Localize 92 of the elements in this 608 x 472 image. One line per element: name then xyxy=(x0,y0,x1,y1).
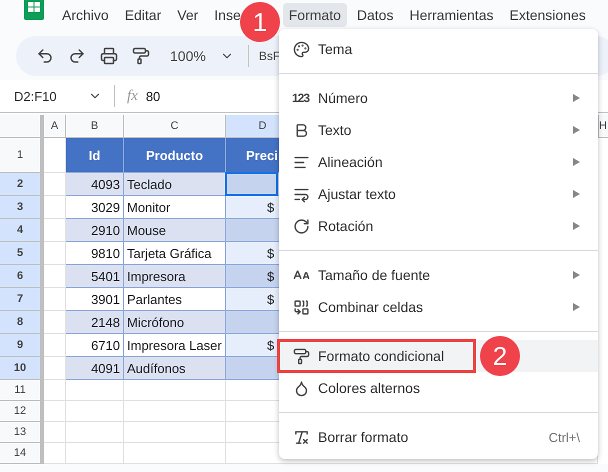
header-cell: Producto xyxy=(124,138,226,173)
submenu-arrow-icon xyxy=(573,303,580,311)
function-label: fx xyxy=(127,88,138,104)
submenu-arrow-icon xyxy=(573,158,580,166)
table-cell: Tarjeta Gráfica xyxy=(124,242,226,265)
clear-format-icon xyxy=(292,428,310,446)
table-cell xyxy=(66,443,124,464)
table-cell: Micrófono xyxy=(124,311,226,334)
table-cell xyxy=(44,219,66,242)
table-cell: 2148 xyxy=(66,311,124,334)
table-cell xyxy=(44,334,66,357)
table-cell xyxy=(44,357,66,380)
row-header[interactable]: 6 xyxy=(0,265,44,288)
table-cell: 4091 xyxy=(66,357,124,380)
table-cell: 9810 xyxy=(66,242,124,265)
table-cell: 4093 xyxy=(66,173,124,196)
menu-item[interactable]: Datos xyxy=(350,3,400,27)
menu-item[interactable]: Ver xyxy=(171,3,204,27)
table-cell: Teclado xyxy=(124,173,226,196)
table-cell: Impresora Laser xyxy=(124,334,226,357)
merge-icon xyxy=(292,298,310,316)
row-header[interactable]: 11 xyxy=(0,380,44,401)
submenu-arrow-icon xyxy=(573,94,580,102)
column-header[interactable]: H xyxy=(599,115,608,138)
paint-roller-icon xyxy=(292,347,310,365)
row-header[interactable]: 9 xyxy=(0,334,44,357)
row-header[interactable]: 2 xyxy=(0,173,44,196)
table-cell: 6710 xyxy=(66,334,124,357)
table-cell xyxy=(66,422,124,443)
table-cell xyxy=(44,422,66,443)
table-cell xyxy=(66,380,124,401)
table-cell: 5401 xyxy=(66,265,124,288)
table-cell xyxy=(44,242,66,265)
table-cell xyxy=(44,138,66,173)
sheets-logo[interactable] xyxy=(22,0,46,20)
menu-item[interactable]: Extensiones xyxy=(503,3,592,27)
step-badge: 2 xyxy=(480,336,520,376)
step-badge: 1 xyxy=(240,2,280,42)
row-header[interactable]: 12 xyxy=(0,401,44,422)
zoom-select[interactable]: 100% xyxy=(170,48,206,64)
submenu-arrow-icon xyxy=(573,190,580,198)
menu-item[interactable]: Editar xyxy=(118,3,168,27)
number-glyph: 123 xyxy=(292,91,310,105)
submenu-arrow-icon xyxy=(573,222,580,230)
table-cell xyxy=(66,401,124,422)
row-header[interactable]: 8 xyxy=(0,311,44,334)
menu-item[interactable]: Archivo xyxy=(56,3,115,27)
row-header[interactable]: 4 xyxy=(0,219,44,242)
table-cell xyxy=(44,173,66,196)
menu-option[interactable]: 123 Número xyxy=(279,82,598,114)
column-header[interactable]: C xyxy=(124,115,226,138)
paint-format-icon[interactable] xyxy=(130,45,152,67)
row-header[interactable]: 5 xyxy=(0,242,44,265)
row-header[interactable]: 3 xyxy=(0,196,44,219)
table-cell: Monitor xyxy=(124,196,226,219)
table-cell xyxy=(44,311,66,334)
table-cell xyxy=(44,265,66,288)
font-select[interactable]: BsF xyxy=(258,49,280,63)
rotate-icon xyxy=(292,217,310,235)
menu-item[interactable]: Herramientas xyxy=(403,3,500,27)
table-cell: 3029 xyxy=(66,196,124,219)
table-cell: 3901 xyxy=(66,288,124,311)
submenu-arrow-icon xyxy=(573,126,580,134)
row-header[interactable]: 7 xyxy=(0,288,44,311)
row-header[interactable]: 14 xyxy=(0,443,44,464)
column-header[interactable]: A xyxy=(44,115,66,138)
palette-icon xyxy=(292,40,310,58)
table-cell xyxy=(44,288,66,311)
table-cell xyxy=(44,401,66,422)
column-header[interactable]: B xyxy=(66,115,124,138)
table-cell: Audífonos xyxy=(124,357,226,380)
row-header[interactable]: 10 xyxy=(0,357,44,380)
menu-option[interactable]: Borrar formato Ctrl+\ xyxy=(279,421,598,453)
table-cell: Impresora xyxy=(124,265,226,288)
table-cell xyxy=(44,380,66,401)
header-cell: Id xyxy=(66,138,124,173)
table-cell: Mouse xyxy=(124,219,226,242)
print-icon[interactable] xyxy=(98,45,120,67)
table-cell: Parlantes xyxy=(124,288,226,311)
menu-item[interactable]: Formato xyxy=(282,3,347,27)
menu-option[interactable]: Tema xyxy=(279,33,598,65)
shortcut-text: Ctrl+\ xyxy=(548,430,580,444)
name-box[interactable]: D2:F10 xyxy=(0,88,84,104)
formula-field[interactable]: 80 xyxy=(146,88,160,104)
menu-item[interactable]: Inse xyxy=(208,3,241,27)
table-cell xyxy=(44,443,66,464)
row-header[interactable]: 13 xyxy=(0,422,44,443)
active-cell-border xyxy=(225,172,278,196)
row-header[interactable]: 1 xyxy=(0,138,44,173)
submenu-arrow-icon xyxy=(573,271,580,279)
table-cell: 2910 xyxy=(66,219,124,242)
table-cell xyxy=(44,196,66,219)
